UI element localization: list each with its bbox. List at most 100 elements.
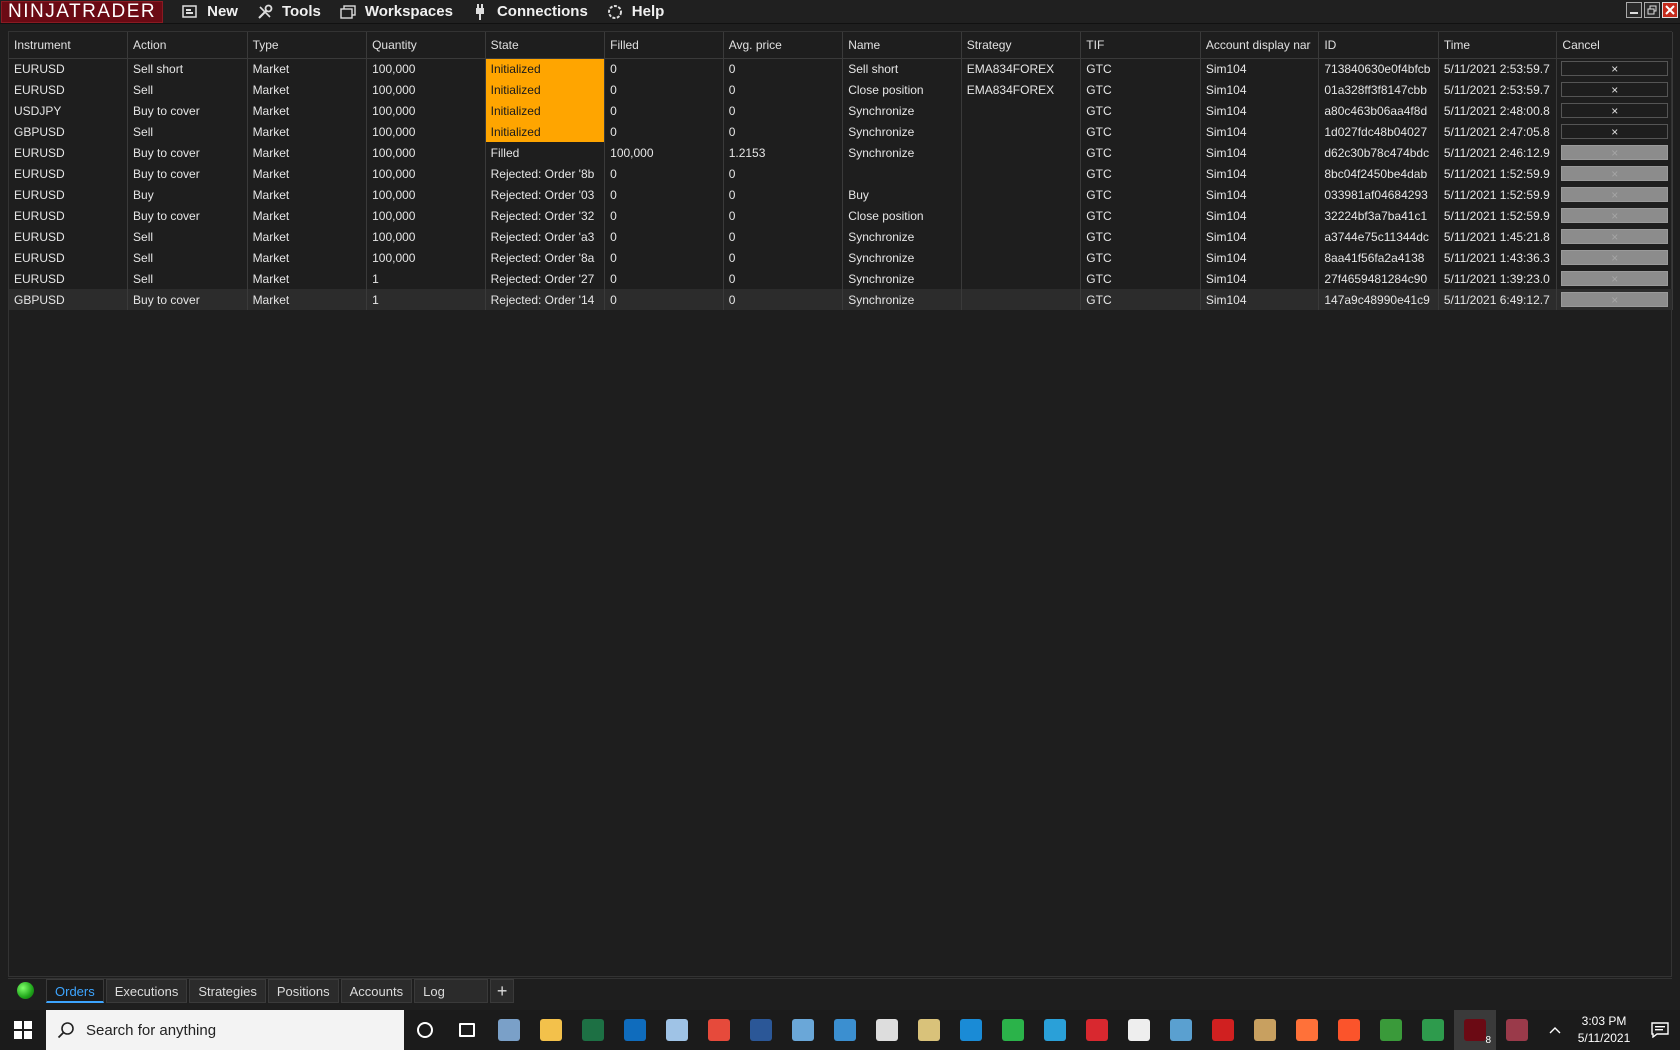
cell-state: Initialized — [485, 100, 606, 121]
colorful-app-taskbar-button[interactable] — [1370, 1010, 1412, 1050]
column-header-cancel[interactable]: Cancel — [1556, 32, 1673, 59]
edge-taskbar-button[interactable] — [1034, 1010, 1076, 1050]
cell-instrument: EURUSD — [9, 163, 129, 184]
table-row[interactable]: EURUSD Buy to cover Market 100,000 Rejected:… — [9, 163, 1673, 184]
chrome-remote-taskbar-button[interactable] — [698, 1010, 740, 1050]
table-row[interactable]: USDJPY Buy to cover Market 100,000 Initializ… — [9, 100, 1673, 121]
column-header-strategy[interactable]: Strategy — [961, 32, 1082, 59]
table-row[interactable]: EURUSD Sell short Market 100,000 Initialized… — [9, 58, 1673, 79]
chrome-taskbar-button[interactable] — [1412, 1010, 1454, 1050]
table-row[interactable]: EURUSD Sell Market 1 Rejected: Order '27 0 0 Sy… — [9, 268, 1673, 289]
column-header-account-display-nar[interactable]: Account display nar — [1200, 32, 1320, 59]
cell-state: Initialized — [485, 58, 606, 79]
paint-taskbar-button[interactable] — [782, 1010, 824, 1050]
triangle-app-taskbar-button[interactable] — [1202, 1010, 1244, 1050]
folder-app-taskbar-button[interactable] — [1244, 1010, 1286, 1050]
menu-connections[interactable]: Connections — [471, 0, 588, 24]
store-taskbar-button[interactable] — [950, 1010, 992, 1050]
cancel-order-button[interactable]: × — [1561, 103, 1668, 118]
column-header-state[interactable]: State — [485, 32, 606, 59]
calculator-taskbar-button[interactable] — [866, 1010, 908, 1050]
scanner-app-taskbar-button[interactable] — [908, 1010, 950, 1050]
taskbar-clock[interactable]: 3:03 PM 5/11/2021 — [1568, 1013, 1640, 1047]
menu-workspaces[interactable]: Workspaces — [339, 0, 453, 24]
grid-header-row: Instrument Action Type Quantity State Filled A… — [9, 32, 1673, 59]
cell-time: 5/11/2021 1:45:21.8 — [1438, 226, 1558, 247]
cell-cancel: × — [1556, 79, 1673, 100]
ninjatrader-taskbar-button[interactable]: 8 — [1454, 1010, 1496, 1050]
notes-app-taskbar-button[interactable] — [656, 1010, 698, 1050]
column-header-id[interactable]: ID — [1318, 32, 1439, 59]
remote-desktop-taskbar-button[interactable] — [1496, 1010, 1538, 1050]
tray-expand-button[interactable] — [1542, 1010, 1568, 1050]
file-explorer-taskbar-button[interactable] — [530, 1010, 572, 1050]
tab-accounts[interactable]: Accounts — [340, 978, 413, 1003]
menu-help[interactable]: Help — [606, 0, 664, 24]
column-header-filled[interactable]: Filled — [604, 32, 724, 59]
orders-grid[interactable]: Instrument Action Type Quantity State Filled A… — [8, 31, 1673, 977]
word-taskbar-button[interactable] — [740, 1010, 782, 1050]
cell-filled: 0 — [604, 247, 724, 268]
table-row[interactable]: EURUSD Sell Market 100,000 Rejected: Order '… — [9, 247, 1673, 268]
action-center-button[interactable] — [1640, 1010, 1680, 1050]
cell-filled: 100,000 — [604, 142, 724, 163]
firefox-taskbar-button[interactable] — [1286, 1010, 1328, 1050]
taskbar-search-box[interactable]: Search for anything — [46, 1010, 404, 1050]
menu-new[interactable]: New — [181, 0, 238, 24]
photos-app-taskbar-button[interactable] — [488, 1010, 530, 1050]
cell-action: Sell short — [127, 58, 248, 79]
cell-filled: 0 — [604, 121, 724, 142]
outlook-taskbar-button[interactable] — [614, 1010, 656, 1050]
cell-filled: 0 — [604, 289, 724, 310]
cancel-order-button: × — [1561, 145, 1668, 160]
cancel-order-button[interactable]: × — [1561, 124, 1668, 139]
new-window-icon — [181, 4, 199, 20]
tab-strategies[interactable]: Strategies — [189, 978, 266, 1003]
network-app-taskbar-button[interactable] — [1160, 1010, 1202, 1050]
tab-orders[interactable]: Orders — [46, 978, 104, 1003]
column-header-name[interactable]: Name — [842, 32, 962, 59]
control-panel-taskbar-button[interactable] — [824, 1010, 866, 1050]
table-row[interactable]: EURUSD Buy Market 100,000 Rejected: Order '0… — [9, 184, 1673, 205]
table-row[interactable]: GBPUSD Buy to cover Market 1 Rejected: Order… — [9, 289, 1673, 310]
column-header-quantity[interactable]: Quantity — [366, 32, 486, 59]
cortana-taskbar-button[interactable] — [404, 1010, 446, 1050]
start-button[interactable] — [0, 1010, 46, 1050]
column-header-time[interactable]: Time — [1438, 32, 1558, 59]
cancel-order-button[interactable]: × — [1561, 82, 1668, 97]
cell-avg-price: 0 — [723, 121, 844, 142]
cell-strategy — [961, 142, 1082, 163]
column-header-action[interactable]: Action — [127, 32, 248, 59]
close-button[interactable] — [1662, 2, 1678, 18]
tab-log[interactable]: Log — [414, 978, 489, 1003]
menu-tools[interactable]: Tools — [256, 0, 321, 24]
trading-app-taskbar-button[interactable] — [992, 1010, 1034, 1050]
cell-avg-price: 1.2153 — [723, 142, 844, 163]
brave-taskbar-button[interactable] — [1328, 1010, 1370, 1050]
column-header-avg-price[interactable]: Avg. price — [723, 32, 844, 59]
cancel-order-button: × — [1561, 271, 1668, 286]
minimize-button[interactable] — [1626, 2, 1642, 18]
security-shield-taskbar-button[interactable] — [1076, 1010, 1118, 1050]
add-tab-button[interactable]: + — [490, 978, 515, 1003]
tab-positions[interactable]: Positions — [267, 978, 339, 1003]
cancel-order-button[interactable]: × — [1561, 61, 1668, 77]
table-row[interactable]: EURUSD Buy to cover Market 100,000 Filled 100… — [9, 142, 1673, 163]
excel-taskbar-button[interactable] — [572, 1010, 614, 1050]
scanner-app-icon — [918, 1019, 940, 1041]
tab-executions[interactable]: Executions — [105, 978, 188, 1003]
restore-button[interactable] — [1644, 2, 1660, 18]
table-row[interactable]: EURUSD Buy to cover Market 100,000 Rejected:… — [9, 205, 1673, 226]
table-row[interactable]: GBPUSD Sell Market 100,000 Initialized 0 0 Sync… — [9, 121, 1673, 142]
task-view-taskbar-button[interactable] — [446, 1010, 488, 1050]
tradingview-taskbar-button[interactable] — [1118, 1010, 1160, 1050]
table-row[interactable]: EURUSD Sell Market 100,000 Rejected: Order '… — [9, 226, 1673, 247]
table-row[interactable]: EURUSD Sell Market 100,000 Initialized 0 0 Clos… — [9, 79, 1673, 100]
cell-id: d62c30b78c474bdc — [1318, 142, 1439, 163]
cell-name: Sell short — [842, 58, 962, 79]
column-header-type[interactable]: Type — [247, 32, 368, 59]
column-header-tif[interactable]: TIF — [1080, 32, 1201, 59]
cell-state: Rejected: Order '27 — [485, 268, 606, 289]
restore-icon — [1647, 5, 1657, 15]
column-header-instrument[interactable]: Instrument — [9, 32, 129, 59]
